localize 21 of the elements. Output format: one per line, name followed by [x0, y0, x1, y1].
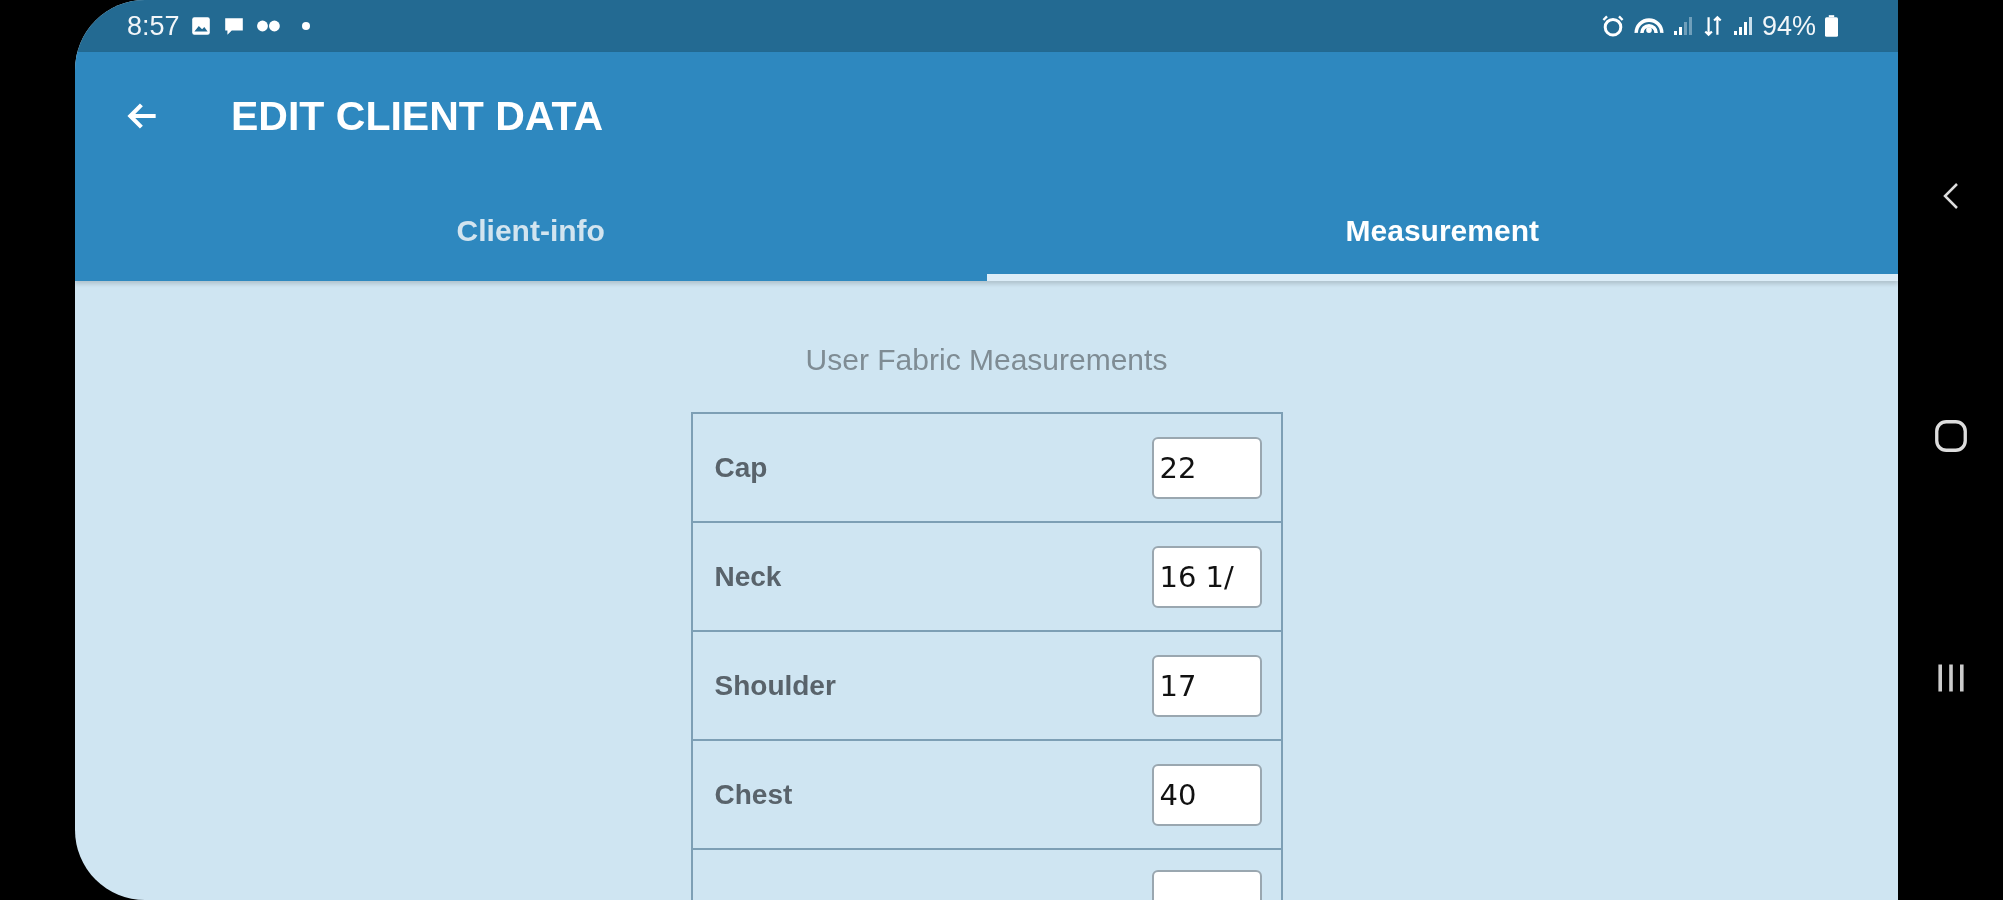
battery-percentage: 94% [1761, 10, 1816, 42]
battery-icon [1825, 15, 1838, 37]
measurement-input[interactable]: 22 [1151, 436, 1262, 499]
image-icon [189, 15, 212, 37]
signal-icon [1732, 15, 1753, 37]
measurement-label: Shoulder [714, 669, 836, 702]
measurement-input[interactable]: 16 1/ [1151, 545, 1262, 608]
status-time: 8:57 [127, 10, 180, 42]
section-title: User Fabric Measurements [805, 343, 1168, 377]
measurement-input[interactable]: 17 [1151, 654, 1262, 717]
dots-icon [255, 19, 282, 33]
measurement-label: Neck [714, 560, 782, 593]
measurement-label: Chest [714, 778, 793, 811]
alarm-icon [1600, 14, 1625, 38]
signal-icon [1672, 15, 1693, 37]
hotspot-icon [1633, 17, 1664, 35]
notification-dot-icon [301, 22, 310, 30]
tab[interactable]: Measurement [986, 180, 1898, 281]
measurement-label: Cap [714, 451, 768, 484]
screen-title: EDIT CLIENT DATA [231, 92, 603, 140]
measurement-input[interactable]: 40 [1151, 763, 1262, 826]
